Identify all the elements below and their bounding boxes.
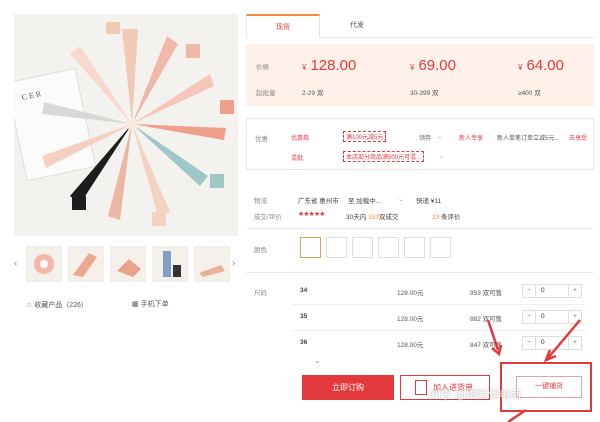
thumbnail[interactable] — [26, 246, 62, 282]
price-label: 价格 — [256, 64, 269, 71]
color-swatch[interactable] — [430, 237, 451, 258]
thumbnail[interactable] — [68, 246, 104, 282]
color-label: 颜色 — [254, 247, 267, 254]
color-swatch[interactable] — [404, 237, 425, 258]
chevron-down-icon[interactable]: ⌄ — [439, 153, 444, 160]
thumbnail-strip: ‹ › — [14, 244, 238, 284]
size-price: 128.00元 — [397, 316, 424, 323]
promo-label: 优惠 — [255, 136, 268, 143]
mobile-order-button[interactable]: ▦ 手机下单 — [132, 299, 169, 309]
thumbnail[interactable] — [110, 246, 146, 282]
quantity-stepper: − 0 + — [522, 284, 582, 298]
chevron-down-icon[interactable]: ⌄ — [314, 356, 321, 365]
cart-icon — [415, 380, 427, 395]
chevron-down-icon[interactable]: ⌄ — [437, 133, 442, 140]
order-now-button[interactable]: 立即订购 — [302, 375, 394, 400]
thumbnail[interactable] — [152, 246, 188, 282]
size-value: 36 — [300, 339, 308, 346]
quantity-input[interactable]: 0 — [541, 285, 545, 297]
logistics-label: 物流 — [254, 198, 267, 205]
size-stock: 953 双可售 — [470, 290, 503, 297]
sandals-photo: C E R — [14, 14, 238, 236]
decrement-button[interactable]: − — [523, 285, 536, 297]
color-swatch[interactable] — [326, 237, 347, 258]
product-main-image[interactable]: C E R — [14, 14, 238, 236]
thumbnail[interactable] — [194, 246, 230, 282]
tier-price: ¥69.00 — [410, 57, 456, 74]
divider — [246, 228, 594, 229]
tab-dropship[interactable]: 代发 — [320, 14, 394, 38]
tier-range: ≥400 双 — [518, 90, 541, 97]
tier-price: ¥128.00 — [302, 57, 357, 74]
favorite-label: 收藏产品（226） — [34, 302, 88, 309]
mobile-order-label: 手机下单 — [140, 301, 169, 308]
chevron-down-icon[interactable]: ⌄ — [398, 195, 403, 203]
reviews-summary[interactable]: 23 条评价 — [432, 211, 461, 221]
divider — [292, 304, 586, 305]
size-label: 尺码 — [254, 290, 267, 297]
tier-range: 2-29 双 — [302, 90, 324, 97]
mixed-batch-tag[interactable]: 本店部分商品满500元可混... — [343, 151, 425, 162]
one-click-listing-button[interactable]: 一键铺货 — [516, 376, 582, 398]
tier-range: 30-399 双 — [410, 90, 439, 97]
deals-summary[interactable]: 30天内 153双成交 — [346, 211, 398, 221]
divider — [246, 272, 594, 273]
coupon-tag[interactable]: 满100元减5元 — [343, 131, 387, 142]
get-coupon-link[interactable]: 领券 — [419, 133, 431, 142]
price-panel: 价格 起批量 ¥128.00 2-29 双 ¥69.00 30-399 双 ¥6… — [246, 44, 594, 106]
watermark-text: 知乎 @跟险侃电商 — [430, 389, 522, 401]
destination-select[interactable]: 至 加载中... — [348, 195, 381, 205]
size-price: 128.00元 — [397, 342, 424, 349]
newbie-label: 新人专享 — [459, 136, 484, 142]
newbie-text: 新人单笔订单立减5元... — [497, 136, 560, 142]
deals-label: 成交/评价 — [254, 214, 282, 221]
origin-location: 广东省 惠州市 — [298, 198, 339, 205]
rating-stars: ★★★★★ — [298, 211, 325, 218]
tier-price: ¥64.00 — [518, 57, 564, 74]
freight-fee: 快递 ¥11 — [416, 198, 442, 205]
increment-button[interactable]: + — [568, 285, 581, 297]
mixed-batch-label: 混批 — [291, 156, 304, 162]
purchase-tabs: 现货 代发 — [246, 14, 594, 38]
qrcode-icon: ▦ — [132, 301, 139, 308]
promotion-panel: 优惠 优惠券 满100元减5元 领券 ⌄ 新人专享 新人单笔订单立减5元... … — [246, 118, 594, 170]
size-value: 34 — [300, 287, 308, 294]
newbie-link[interactable]: 去享受 — [569, 133, 587, 142]
tab-in-stock[interactable]: 现货 — [246, 14, 320, 38]
favorite-button[interactable]: ☆ 收藏产品（226） — [26, 300, 88, 310]
color-swatch[interactable] — [352, 237, 373, 258]
star-outline-icon: ☆ — [26, 302, 33, 309]
color-swatch[interactable] — [300, 237, 321, 258]
qty-label: 起批量 — [256, 90, 276, 97]
size-price: 128.00元 — [397, 290, 424, 297]
size-value: 35 — [300, 313, 308, 320]
chevron-left-icon[interactable]: ‹ — [14, 258, 17, 269]
color-swatch[interactable] — [378, 237, 399, 258]
chevron-right-icon[interactable]: › — [232, 258, 235, 269]
coupon-label: 优惠券 — [291, 136, 310, 142]
